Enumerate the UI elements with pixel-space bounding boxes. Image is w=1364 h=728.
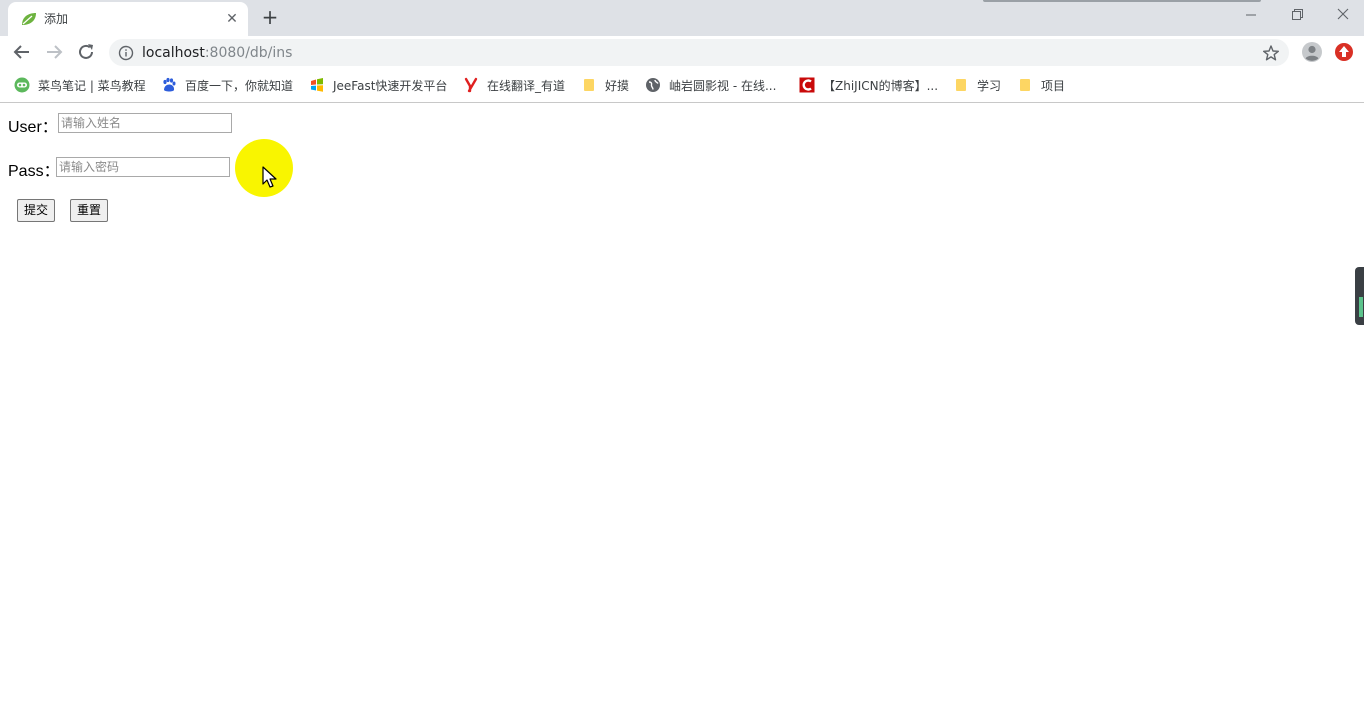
pass-input[interactable] bbox=[56, 157, 230, 177]
url-host: localhost bbox=[142, 45, 205, 61]
bookmark-label: 菜鸟笔记 | 菜鸟教程 bbox=[38, 79, 146, 93]
csdn-icon bbox=[799, 77, 815, 93]
minimize-icon[interactable] bbox=[1239, 6, 1263, 24]
bookmark-label: 岫岩圆影视 - 在线... bbox=[669, 79, 777, 93]
tab-close-icon[interactable]: ✕ bbox=[224, 11, 240, 27]
runoob-icon bbox=[14, 77, 30, 93]
forward-arrow-icon[interactable] bbox=[43, 41, 65, 63]
folder-icon bbox=[956, 79, 966, 91]
user-input[interactable] bbox=[58, 113, 232, 133]
bookmark-label: 百度一下，你就知道 bbox=[185, 79, 294, 93]
browser-toolbar: localhost:8080/db/ins bbox=[0, 36, 1364, 69]
bookmark-label: 项目 bbox=[1041, 79, 1066, 93]
restore-icon[interactable] bbox=[1285, 6, 1309, 24]
active-tab[interactable]: 添加 ✕ bbox=[8, 2, 248, 36]
spring-leaf-icon bbox=[22, 13, 36, 25]
mouse-cursor-icon bbox=[262, 166, 277, 188]
side-panel-handle[interactable] bbox=[1355, 267, 1364, 325]
youdao-icon bbox=[464, 77, 478, 93]
bookmark-label: 学习 bbox=[977, 79, 1002, 93]
tab-strip: 添加 ✕ + bbox=[0, 0, 1364, 36]
bookmark-label: 在线翻译_有道 bbox=[487, 79, 566, 93]
profile-avatar-icon[interactable] bbox=[1301, 41, 1323, 63]
folder-icon bbox=[584, 79, 594, 91]
back-arrow-icon[interactable] bbox=[11, 41, 33, 63]
jeefast-icon bbox=[311, 78, 323, 92]
url-path: :8080/db/ins bbox=[204, 45, 293, 61]
address-bar[interactable]: localhost:8080/db/ins bbox=[109, 39, 1289, 66]
extension-upload-icon[interactable] bbox=[1333, 41, 1355, 63]
bookmark-label: JeeFast快速开发平台 bbox=[333, 79, 448, 93]
baidu-paw-icon bbox=[163, 77, 176, 92]
bookmarks-bar: 菜鸟笔记 | 菜鸟教程 百度一下，你就知道 JeeFast快速开发平台 在线翻译… bbox=[0, 69, 1364, 103]
side-panel-indicator bbox=[1359, 297, 1363, 317]
bookmark-star-icon[interactable] bbox=[1262, 44, 1280, 62]
pass-label: Pass： bbox=[8, 163, 60, 180]
reset-button[interactable]: 重置 bbox=[70, 199, 109, 222]
close-window-icon[interactable] bbox=[1331, 6, 1355, 24]
popup-edge bbox=[983, 0, 1261, 2]
tab-title: 添加 bbox=[44, 12, 69, 26]
user-label: User： bbox=[8, 119, 58, 136]
folder-icon bbox=[1020, 79, 1030, 91]
page-content: User： Pass： 提交 重置 bbox=[0, 103, 1364, 728]
bookmark-label: 好摸 bbox=[605, 79, 630, 93]
submit-button[interactable]: 提交 bbox=[17, 199, 56, 222]
new-tab-button[interactable]: + bbox=[259, 6, 281, 28]
site-info-icon[interactable] bbox=[118, 45, 134, 61]
globe-icon bbox=[646, 78, 660, 92]
reload-icon[interactable] bbox=[75, 41, 97, 63]
bookmark-label: 【ZhiJICN的博客】... bbox=[823, 79, 939, 93]
url-text[interactable]: localhost:8080/db/ins bbox=[142, 45, 292, 61]
